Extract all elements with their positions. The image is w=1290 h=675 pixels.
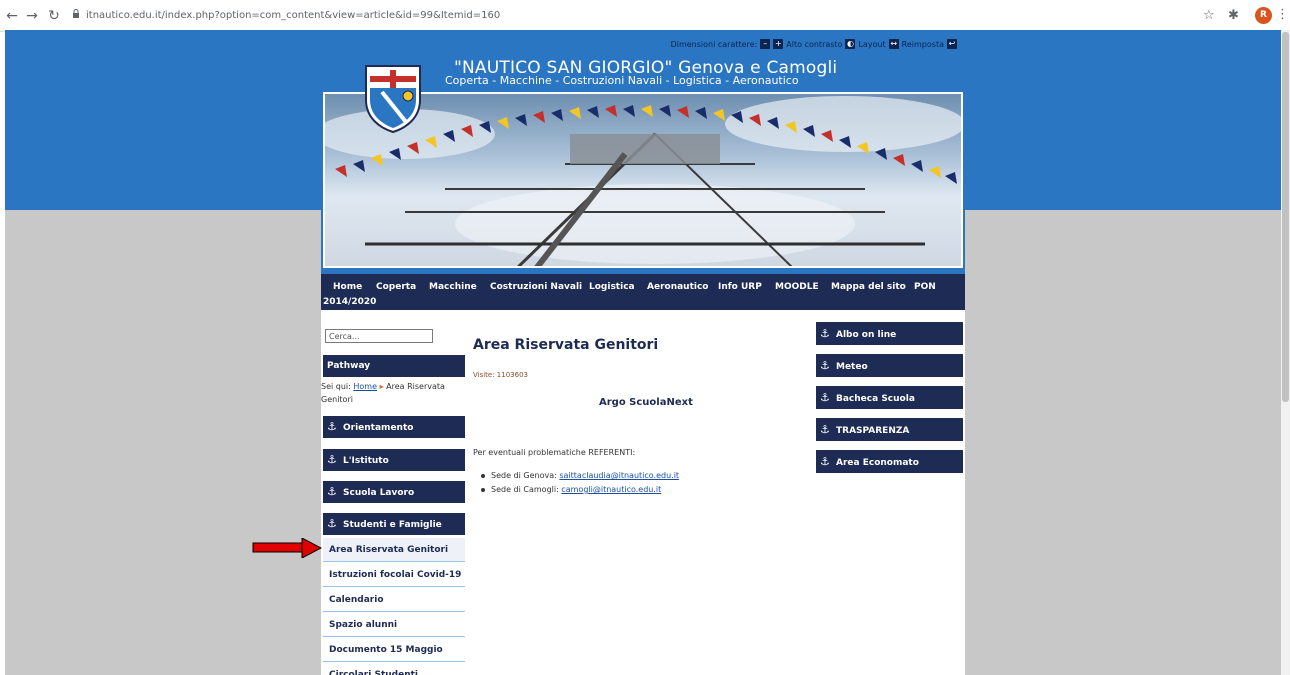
scrollbar-thumb[interactable] <box>1282 32 1289 402</box>
right-link-label: TRASPARENZA <box>836 426 910 436</box>
main-navigation: Home Coperta Macchine Costruzioni Navali… <box>321 270 965 310</box>
browser-toolbar: ← → ↻ itnautico.edu.it/index.php?option=… <box>0 0 1290 32</box>
back-icon[interactable]: ← <box>4 8 20 24</box>
profile-avatar[interactable]: R <box>1255 7 1272 24</box>
extensions-icon[interactable]: ✱ <box>1228 8 1239 23</box>
section-label: Orientamento <box>343 423 414 433</box>
referenti-text: Per eventuali problematiche REFERENTI: <box>473 448 636 457</box>
bullet-icon <box>481 473 485 478</box>
list-item: Sede di Genova: saittaclaudia@itnautico.… <box>481 471 679 480</box>
star-icon[interactable]: ☆ <box>1203 8 1215 23</box>
section-label: Studenti e Famiglie <box>343 520 442 530</box>
list-item-label: Sede di Camogli: <box>491 485 559 494</box>
nav-info-urp[interactable]: Info URP <box>718 282 762 292</box>
nav-logistica[interactable]: Logistica <box>589 282 635 292</box>
bullet-icon <box>481 487 485 492</box>
nav-pon-years[interactable]: 2014/2020 <box>323 297 376 307</box>
right-link-label: Albo on line <box>836 330 897 340</box>
right-link-trasparenza[interactable]: ⚓ TRASPARENZA <box>816 418 963 441</box>
nav-coperta[interactable]: Coperta <box>376 282 416 292</box>
site-subtitle: Coperta - Macchine - Costruzioni Navali … <box>445 74 799 87</box>
lock-icon <box>73 9 79 18</box>
section-label: Scuola Lavoro <box>343 488 415 498</box>
scrollbar[interactable] <box>1281 30 1290 675</box>
anchor-icon: ⚓ <box>327 420 337 433</box>
accessibility-tools: Dimensioni carattere: – + Alto contrasto… <box>671 39 957 49</box>
anchor-icon: ⚓ <box>820 327 830 340</box>
nav-pon[interactable]: PON <box>914 282 936 292</box>
breadcrumb-separator-icon: ▸ <box>379 382 384 391</box>
font-size-label: Dimensioni carattere: <box>670 39 758 49</box>
nav-home[interactable]: Home <box>333 282 362 292</box>
school-crest-logo <box>365 65 421 134</box>
breadcrumb-prefix: Sei qui: <box>321 382 351 391</box>
right-link-label: Bacheca Scuola <box>836 394 915 404</box>
right-link-bacheca-scuola[interactable]: ⚓ Bacheca Scuola <box>816 386 963 409</box>
section-label: L'Istituto <box>343 456 389 466</box>
nav-mappa-sito[interactable]: Mappa del sito <box>831 282 906 292</box>
subnav-circolari-studenti[interactable]: Circolari Studenti <box>323 663 465 675</box>
layout-button[interactable]: ↔ <box>888 39 899 49</box>
pathway-header: Pathway <box>323 355 465 377</box>
address-bar[interactable]: itnautico.edu.it/index.php?option=com_co… <box>86 10 500 21</box>
anchor-icon: ⚓ <box>820 455 830 468</box>
argo-scuolanext-link[interactable]: Argo ScuolaNext <box>599 397 693 408</box>
right-link-label: Meteo <box>836 362 868 372</box>
search-input[interactable] <box>325 329 433 343</box>
contrast-button[interactable]: ◐ <box>845 39 856 49</box>
email-link-genova[interactable]: saittaclaudia@itnautico.edu.it <box>559 471 679 480</box>
reload-icon[interactable]: ↻ <box>46 8 62 24</box>
anchor-icon: ⚓ <box>327 453 337 466</box>
forward-icon[interactable]: → <box>24 8 40 24</box>
layout-label[interactable]: Layout <box>858 40 885 49</box>
font-increase-button[interactable]: + <box>773 39 784 49</box>
nav-moodle[interactable]: MOODLE <box>775 282 819 292</box>
subnav-documento-15-maggio[interactable]: Documento 15 Maggio <box>323 638 465 662</box>
anchor-icon: ⚓ <box>327 485 337 498</box>
reset-button[interactable]: ↩ <box>947 39 957 49</box>
anchor-icon: ⚓ <box>820 359 830 372</box>
breadcrumb-home-link[interactable]: Home <box>353 382 377 391</box>
subnav-calendario[interactable]: Calendario <box>323 588 465 612</box>
right-link-area-economato[interactable]: ⚓ Area Economato <box>816 450 963 473</box>
anchor-icon: ⚓ <box>327 517 337 530</box>
visit-counter: Visite: 1103603 <box>473 371 528 379</box>
subnav-area-riservata-genitori[interactable]: Area Riservata Genitori <box>323 538 465 562</box>
nav-aeronautico[interactable]: Aeronautico <box>647 282 708 292</box>
menu-dots-icon[interactable]: ⋮ <box>1276 7 1289 22</box>
red-arrow-annotation <box>252 538 322 558</box>
section-studenti-famiglie[interactable]: ⚓ Studenti e Famiglie <box>323 513 465 535</box>
font-decrease-button[interactable]: – <box>760 39 771 49</box>
email-link-camogli[interactable]: camogli@itnautico.edu.it <box>561 485 661 494</box>
list-item-label: Sede di Genova: <box>491 471 557 480</box>
list-item: Sede di Camogli: camogli@itnautico.edu.i… <box>481 485 661 494</box>
section-orientamento[interactable]: ⚓ Orientamento <box>323 416 465 438</box>
reset-label[interactable]: Reimposta <box>902 40 944 49</box>
anchor-icon: ⚓ <box>820 423 830 436</box>
nav-macchine[interactable]: Macchine <box>429 282 477 292</box>
page-title: Area Riservata Genitori <box>473 337 659 353</box>
subnav-spazio-alunni[interactable]: Spazio alunni <box>323 613 465 637</box>
section-scuola-lavoro[interactable]: ⚓ Scuola Lavoro <box>323 481 465 503</box>
right-link-meteo[interactable]: ⚓ Meteo <box>816 354 963 377</box>
right-link-label: Area Economato <box>836 458 919 468</box>
subnav-istruzioni-covid[interactable]: Istruzioni focolai Covid-19 <box>323 563 465 587</box>
site-header: Dimensioni carattere: – + Alto contrasto… <box>321 30 965 270</box>
nav-costruzioni-navali[interactable]: Costruzioni Navali <box>490 282 582 292</box>
breadcrumb: Sei qui: Home ▸ Area Riservata Genitori <box>321 380 467 406</box>
page-container: Dimensioni carattere: – + Alto contrasto… <box>321 30 965 675</box>
right-link-albo-online[interactable]: ⚓ Albo on line <box>816 322 963 345</box>
contrast-label[interactable]: Alto contrasto <box>786 40 842 49</box>
anchor-icon: ⚓ <box>820 391 830 404</box>
section-istituto[interactable]: ⚓ L'Istituto <box>323 449 465 471</box>
